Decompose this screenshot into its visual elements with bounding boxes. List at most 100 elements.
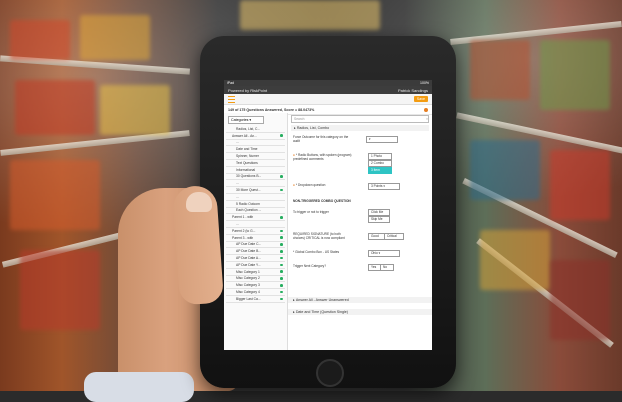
skip-me-button[interactable]: Skip Me bbox=[368, 216, 390, 223]
category-item[interactable]: 30 Questions B... bbox=[226, 174, 285, 181]
category-item[interactable]: AP Due Date B... bbox=[226, 248, 285, 256]
clear-icon[interactable]: × bbox=[426, 117, 428, 121]
category-label: Misc Category 3 bbox=[236, 283, 260, 288]
category-item[interactable]: Each Question ... bbox=[226, 208, 285, 215]
critical-button[interactable]: Critical bbox=[384, 233, 404, 240]
question-us-states: * Global Combo Box - US States bbox=[293, 250, 340, 254]
complete-status-icon bbox=[280, 175, 283, 178]
brand-bar: Powered by RiskPoint Patrick Sandings bbox=[224, 86, 432, 94]
section-header[interactable]: ▸ Radios, List, Combo bbox=[291, 125, 429, 131]
search-placeholder: Search bbox=[294, 117, 305, 121]
category-item[interactable]: ... bbox=[226, 194, 285, 201]
complete-status-icon bbox=[280, 283, 283, 287]
save-button[interactable]: Save bbox=[413, 96, 428, 102]
nav-bar: Save bbox=[224, 94, 432, 105]
section2-title: Answer All - Answer Unanswered bbox=[295, 298, 349, 302]
section-date-time[interactable]: ▸ Date and Time (Question Single) bbox=[288, 309, 432, 315]
category-item[interactable]: AP Due Date Y... bbox=[226, 262, 285, 269]
category-item[interactable]: Misc Category 3 bbox=[226, 282, 285, 290]
product-cluster bbox=[470, 140, 540, 200]
category-item[interactable]: Radios, List, C... bbox=[226, 126, 285, 133]
category-item[interactable]: Misc Category 2 bbox=[226, 276, 285, 283]
category-label: ... bbox=[236, 181, 239, 186]
category-item[interactable]: Text Questions bbox=[226, 160, 285, 167]
complete-status-icon bbox=[280, 236, 283, 239]
complete-status-icon bbox=[280, 297, 283, 301]
product-cluster bbox=[470, 40, 530, 100]
progress-text: 149 of 175 Questions Answered, Score = 8… bbox=[228, 107, 315, 112]
complete-status-icon bbox=[280, 290, 283, 294]
category-label: AP Due Date A... bbox=[236, 256, 261, 261]
question-trigger: To trigger or not to trigger bbox=[293, 210, 329, 214]
user-name[interactable]: Patrick Sandings bbox=[398, 88, 428, 93]
home-button[interactable] bbox=[316, 359, 344, 387]
product-cluster bbox=[550, 150, 610, 220]
category-item[interactable]: AP Due Date C... bbox=[226, 242, 285, 249]
dropdown-value: 3 Points bbox=[371, 184, 383, 188]
category-list: Radios, List, C... Answer All - An...... D… bbox=[226, 126, 285, 303]
click-me-button[interactable]: Click Me bbox=[368, 209, 390, 216]
category-item[interactable]: Misc Category 4 bbox=[226, 289, 285, 296]
category-item[interactable]: ... bbox=[226, 221, 285, 228]
category-item[interactable]: ... bbox=[226, 180, 285, 188]
category-item[interactable]: Parent 1 - with bbox=[226, 214, 285, 222]
tablet-screen: iPad 100% Powered by RiskPoint Patrick S… bbox=[224, 80, 432, 350]
section3-title: Date and Time (Question Single) bbox=[295, 310, 348, 314]
question-trigger-next: Trigger Next Category? bbox=[293, 264, 327, 268]
category-label: Parent 3 - with bbox=[232, 235, 254, 240]
complete-status-icon bbox=[280, 263, 283, 267]
complete-status-icon bbox=[280, 270, 283, 273]
search-input[interactable]: Search × bbox=[291, 115, 429, 123]
complete-status-icon bbox=[280, 188, 283, 192]
hamburger-menu-icon[interactable] bbox=[228, 95, 235, 103]
category-label: Bigger Last Ca... bbox=[236, 296, 261, 301]
non-triggered-note: NON-TRIGGERED COMBO QUESTION bbox=[293, 199, 351, 203]
us-state-value: Ohio bbox=[371, 251, 378, 255]
question-dropdown-text: * Dropdown question bbox=[295, 183, 326, 187]
category-label: Each Question ... bbox=[236, 208, 262, 213]
us-states-select[interactable]: Ohio ▾ bbox=[368, 250, 400, 257]
section-answer-all[interactable]: ▸ Answer All - Answer Unanswered bbox=[288, 297, 432, 303]
product-cluster bbox=[10, 160, 100, 230]
category-item[interactable]: Informational bbox=[226, 167, 285, 174]
questions-panel: Search × ▸ Radios, List, Combo Force Out… bbox=[288, 113, 432, 350]
category-item[interactable]: Parent 3 - with bbox=[226, 235, 285, 242]
battery-label: 100% bbox=[420, 81, 429, 85]
force-outcome-select[interactable]: ▾ bbox=[366, 136, 398, 143]
radio-option-1[interactable]: 1 Photo bbox=[368, 153, 392, 160]
question-signature: REQUIRED SIGNATURE (to both choices) CRI… bbox=[293, 232, 345, 240]
no-button[interactable]: No bbox=[380, 264, 394, 271]
category-label: ... bbox=[236, 222, 239, 227]
alert-icon[interactable] bbox=[424, 107, 428, 112]
category-item[interactable]: AP Due Date A... bbox=[226, 255, 285, 262]
category-item[interactable]: Bigger Last Ca... bbox=[226, 296, 285, 303]
radio-option-2[interactable]: 2 Combo bbox=[368, 160, 392, 167]
product-cluster bbox=[550, 260, 610, 340]
product-cluster bbox=[100, 85, 170, 135]
category-label: ... bbox=[236, 140, 239, 145]
radio-option-3[interactable]: 3 Item bbox=[368, 167, 392, 174]
section-title: Radios, List, Combo bbox=[296, 126, 330, 130]
category-item[interactable]: ... bbox=[226, 140, 285, 147]
category-label: 30 Questions B... bbox=[236, 174, 262, 179]
category-label: Misc Category 4 bbox=[236, 290, 260, 295]
category-item[interactable]: 30 More Quest... bbox=[226, 187, 285, 194]
category-label: 30 More Quest... bbox=[236, 188, 261, 193]
category-item[interactable]: Misc Category 1 bbox=[226, 269, 285, 276]
category-item[interactable]: Answer All - An... bbox=[226, 133, 285, 140]
complete-status-icon bbox=[280, 229, 283, 233]
dropdown-select[interactable]: 3 Points ▾ bbox=[368, 183, 400, 190]
categories-dropdown[interactable]: Categories ▾ bbox=[228, 116, 264, 124]
category-item[interactable]: 5 Radio Outcom bbox=[226, 201, 285, 208]
ipad-device: iPad 100% Powered by RiskPoint Patrick S… bbox=[200, 36, 456, 388]
question-force-outcome: Force Outcome for this category on the a… bbox=[293, 135, 349, 143]
product-cluster bbox=[15, 80, 95, 135]
category-item[interactable]: Spinner, Numer bbox=[226, 153, 285, 160]
category-label: ... bbox=[236, 194, 239, 199]
category-label: 5 Radio Outcom bbox=[236, 201, 260, 206]
product-cluster bbox=[240, 0, 380, 30]
complete-status-icon bbox=[280, 249, 283, 253]
category-item[interactable]: Date and Time bbox=[226, 146, 285, 154]
category-item[interactable]: Parent 2 (to G... bbox=[226, 228, 285, 235]
shirt-sleeve bbox=[84, 372, 194, 402]
